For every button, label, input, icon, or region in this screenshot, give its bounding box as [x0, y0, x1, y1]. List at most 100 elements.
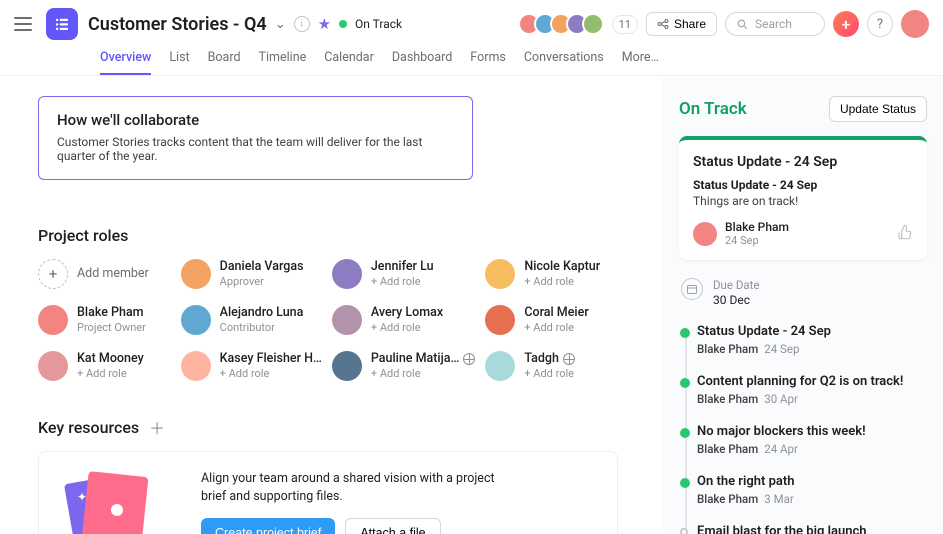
- star-icon[interactable]: ★: [318, 15, 331, 33]
- member-role[interactable]: Contributor: [220, 321, 304, 335]
- due-date-row[interactable]: Due Date 30 Dec: [679, 278, 927, 309]
- help-button[interactable]: ?: [867, 11, 893, 37]
- project-icon[interactable]: [46, 8, 78, 40]
- share-icon: [657, 18, 669, 30]
- timeline-dot: [680, 478, 690, 488]
- member-avatar: [485, 351, 515, 381]
- tab-board[interactable]: Board: [208, 46, 241, 75]
- role-member[interactable]: Blake PhamProject Owner: [38, 305, 171, 335]
- role-member[interactable]: Tadgh+ Add role: [485, 351, 618, 381]
- timeline-title: Email blast for the big launch: [697, 524, 927, 534]
- member-role[interactable]: + Add role: [371, 321, 443, 335]
- member-avatar: [332, 305, 362, 335]
- member-name: Jennifer Lu: [371, 259, 434, 275]
- status-timeline: Status Update - 24 SepBlake Pham24 Sep Co…: [679, 324, 927, 534]
- status-label[interactable]: On Track: [355, 17, 402, 31]
- member-role[interactable]: Approver: [220, 275, 304, 289]
- member-role[interactable]: + Add role: [524, 321, 588, 335]
- member-name: Avery Lomax: [371, 305, 443, 321]
- member-role[interactable]: + Add role: [371, 367, 475, 381]
- status-card-subtitle: Status Update - 24 Sep: [693, 178, 913, 192]
- role-member[interactable]: Alejandro LunaContributor: [181, 305, 322, 335]
- timeline-item[interactable]: Content planning for Q2 is on track!Blak…: [697, 374, 927, 406]
- member-role[interactable]: + Add role: [371, 275, 434, 289]
- current-user-avatar[interactable]: [901, 10, 929, 38]
- timeline-title: No major blockers this week!: [697, 424, 927, 439]
- role-member[interactable]: Kasey Fleisher H…+ Add role: [181, 351, 322, 381]
- member-name: Daniela Vargas: [220, 259, 304, 275]
- due-date-label: Due Date: [713, 278, 760, 293]
- menu-icon[interactable]: [14, 13, 36, 35]
- member-avatar: [332, 351, 362, 381]
- project-title[interactable]: Customer Stories - Q4: [88, 14, 267, 35]
- timeline-item[interactable]: On the right pathBlake Pham3 Mar: [697, 474, 927, 506]
- timeline-item[interactable]: Status Update - 24 SepBlake Pham24 Sep: [697, 324, 927, 356]
- calendar-icon: [681, 278, 703, 300]
- status-card-body: Things are on track!: [693, 194, 913, 208]
- member-role[interactable]: + Add role: [524, 367, 575, 381]
- member-avatar: [38, 351, 68, 381]
- tab-conversations[interactable]: Conversations: [524, 46, 604, 75]
- key-resources-card: ✦ Align your team around a shared vision…: [38, 451, 618, 534]
- role-member[interactable]: Jennifer Lu+ Add role: [332, 259, 475, 289]
- member-name: Kat Mooney: [77, 351, 144, 367]
- status-update-card[interactable]: Status Update - 24 Sep Status Update - 2…: [679, 136, 927, 260]
- collaborate-description: Customer Stories tracks content that the…: [57, 135, 454, 163]
- tab-list[interactable]: List: [169, 46, 189, 75]
- member-avatar: [38, 305, 68, 335]
- chevron-down-icon[interactable]: ⌄: [275, 17, 286, 32]
- role-member[interactable]: Pauline Matija…+ Add role: [332, 351, 475, 381]
- create-brief-button[interactable]: Create project brief: [201, 518, 335, 534]
- attach-file-button[interactable]: Attach a file: [345, 518, 440, 534]
- role-member[interactable]: Coral Meier+ Add role: [485, 305, 618, 335]
- timeline-dot: [680, 528, 688, 534]
- project-tabs: Overview List Board Timeline Calendar Dashboa…: [0, 40, 943, 76]
- search-input[interactable]: Search: [725, 12, 825, 36]
- author-avatar: [693, 222, 717, 246]
- tab-overview[interactable]: Overview: [100, 46, 151, 75]
- role-member[interactable]: Daniela VargasApprover: [181, 259, 322, 289]
- timeline-dot: [680, 428, 690, 438]
- collaborate-card[interactable]: How we'll collaborate Customer Stories t…: [38, 96, 473, 180]
- timeline-title: Content planning for Q2 is on track!: [697, 374, 927, 389]
- tab-calendar[interactable]: Calendar: [324, 46, 374, 75]
- member-role[interactable]: Project Owner: [77, 321, 146, 335]
- role-member[interactable]: Nicole Kaptur+ Add role: [485, 259, 618, 289]
- member-name: Tadgh: [524, 351, 559, 367]
- share-button[interactable]: Share: [646, 12, 717, 36]
- member-role[interactable]: + Add role: [77, 367, 144, 381]
- tab-more-[interactable]: More…: [622, 46, 659, 75]
- key-resources-description: Align your team around a shared vision w…: [201, 470, 501, 506]
- author-name: Blake Pham: [725, 220, 789, 234]
- timeline-item[interactable]: No major blockers this week!Blake Pham24…: [697, 424, 927, 456]
- member-count[interactable]: 11: [612, 15, 638, 34]
- member-avatars[interactable]: [524, 13, 604, 35]
- tab-forms[interactable]: Forms: [470, 46, 506, 75]
- timeline-title: On the right path: [697, 474, 927, 489]
- member-avatar: [485, 305, 515, 335]
- role-member[interactable]: Avery Lomax+ Add role: [332, 305, 475, 335]
- due-date-value: 30 Dec: [713, 293, 760, 309]
- add-member-button[interactable]: +Add member: [38, 259, 171, 289]
- info-icon[interactable]: i: [294, 16, 310, 32]
- status-card-title: Status Update - 24 Sep: [693, 154, 913, 170]
- timeline-title: Status Update - 24 Sep: [697, 324, 927, 339]
- tab-dashboard[interactable]: Dashboard: [392, 46, 452, 75]
- key-resources-title: Key resources: [38, 418, 139, 437]
- tab-timeline[interactable]: Timeline: [259, 46, 307, 75]
- status-dot: [339, 20, 347, 28]
- add-resource-button[interactable]: ＋: [149, 415, 165, 439]
- collaborate-title: How we'll collaborate: [57, 111, 454, 129]
- member-name: Pauline Matija…: [371, 351, 459, 367]
- role-member[interactable]: Kat Mooney+ Add role: [38, 351, 171, 381]
- timeline-item[interactable]: Email blast for the big launch: [697, 524, 927, 534]
- member-name: Nicole Kaptur: [524, 259, 600, 275]
- member-role[interactable]: + Add role: [220, 367, 322, 381]
- timeline-dot: [680, 378, 690, 388]
- member-name: Alejandro Luna: [220, 305, 304, 321]
- add-button[interactable]: +: [833, 11, 859, 37]
- update-status-button[interactable]: Update Status: [829, 96, 927, 122]
- search-icon: [736, 18, 749, 31]
- like-icon[interactable]: [897, 224, 913, 244]
- member-role[interactable]: + Add role: [524, 275, 600, 289]
